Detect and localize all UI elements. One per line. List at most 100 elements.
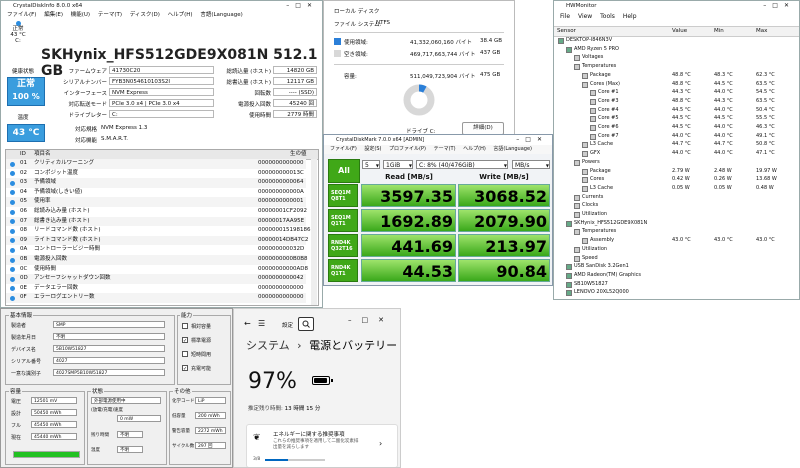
drive-selector[interactable]: 正常 43 °C C: <box>7 21 29 44</box>
sensor-row[interactable]: Powers <box>554 158 799 167</box>
menu-icon[interactable]: ☰ <box>258 319 269 328</box>
disk-type-label: ローカル ディスク <box>334 9 380 15</box>
cdi-menu-item[interactable]: 編集(E) <box>44 12 63 18</box>
smart-row[interactable]: 07 総書き込み量 (ホスト) 00000017AA95E <box>6 216 306 227</box>
test-button-rnd4k-q1t1[interactable]: RND4K Q1T1 <box>328 259 358 282</box>
count-select[interactable]: 5 ▼ <box>362 160 380 169</box>
unit-select[interactable]: MB/s ▼ <box>512 160 550 169</box>
smart-row[interactable]: 0D アンセーフシャットダウン回数 0000000000042 <box>6 274 306 284</box>
cdm-menu-item[interactable]: ヘルプ(H) <box>463 146 486 152</box>
sensor-name: Voltages <box>582 54 604 61</box>
sensor-row[interactable]: Currents <box>554 193 799 202</box>
sensor-row[interactable]: LENOVO 20XL52Q000 <box>554 288 799 297</box>
cdm-menu-item[interactable]: 設定(S) <box>364 146 381 152</box>
standard-label: 対応規格 <box>74 127 97 133</box>
smart-row[interactable]: 08 リードコマンド数 (ホスト) 000000015198186 <box>6 226 311 236</box>
hwm-menu-view[interactable]: View <box>578 13 592 20</box>
col-sensor[interactable]: Sensor <box>557 27 576 36</box>
sensor-row[interactable]: AMD Ryzen 5 PRO <box>554 45 799 54</box>
smart-scrollbar[interactable] <box>311 159 317 305</box>
smart-row[interactable]: 02 コンポジット温度 000000000013C <box>6 169 306 179</box>
sensor-row[interactable]: Core #5 44.5 °C 44.5 °C 55.5 °C <box>554 114 799 123</box>
sensor-row[interactable]: Core #3 48.8 °C 44.3 °C 63.5 °C <box>554 97 799 106</box>
col-max[interactable]: Max <box>756 27 767 36</box>
drive-select[interactable]: C: 8% (40/476GiB) ▼ <box>416 160 508 169</box>
hwm-menu-file[interactable]: File <box>560 13 570 20</box>
sensor-row[interactable]: Temperatures <box>554 62 799 71</box>
cdm-menu-item[interactable]: ファイル(F) <box>330 146 357 152</box>
sensor-row[interactable]: Package 48.8 °C 48.3 °C 62.3 °C <box>554 71 799 80</box>
sensor-row[interactable]: Core #4 44.5 °C 44.0 °C 50.4 °C <box>554 106 799 115</box>
hwm-menu-help[interactable]: Help <box>623 13 637 20</box>
sensor-row[interactable]: Core #6 44.5 °C 44.0 °C 46.3 °C <box>554 123 799 132</box>
cdm-menu-item[interactable]: 言語(Language) <box>493 146 532 152</box>
sensor-row[interactable]: USB SanDisk 3.2Gen1 <box>554 262 799 271</box>
sensor-row[interactable]: Speed <box>554 254 799 263</box>
free-gb: 437 GB <box>480 50 501 56</box>
sensor-row[interactable]: Assembly 43.0 °C 43.0 °C 43.0 °C <box>554 236 799 245</box>
smart-row[interactable]: 03 予備領域 0000000000064 <box>6 178 306 188</box>
run-all-button[interactable]: All <box>328 159 360 183</box>
ability-checkbox[interactable] <box>182 351 188 357</box>
cdm-window-controls[interactable]: –□✕ <box>516 135 548 145</box>
hwm-window-controls[interactable]: –□✕ <box>763 1 795 11</box>
energy-recommendation-card[interactable]: ❦ エネルギーに関する推奨事項 これらの推奨事項を適用して二酸化炭素排出量を減ら… <box>246 424 398 467</box>
sensor-row[interactable]: AMD Radeon(TM) Graphics <box>554 271 799 280</box>
sensor-row[interactable]: Core #7 44.0 °C 44.0 °C 49.1 °C <box>554 132 799 141</box>
smart-row[interactable]: 0B 電源投入回数 0000000000B0B8 <box>6 255 308 265</box>
smart-row[interactable]: 04 予備領域(しきい値) 000000000000A <box>6 188 306 198</box>
sensor-row[interactable]: SKHynix_HFS512GDE9X081N <box>554 219 799 228</box>
smart-row[interactable]: 0F エラーログエントリー数 0000000000000 <box>6 293 306 303</box>
sensor-row[interactable]: GFX 44.0 °C 44.0 °C 47.1 °C <box>554 149 799 158</box>
hwm-menu-tools[interactable]: Tools <box>600 13 615 20</box>
temp-label: 温度 <box>91 448 100 453</box>
ability-checkbox[interactable] <box>182 323 188 329</box>
ability-checkbox[interactable]: ✓ <box>182 365 188 372</box>
col-min[interactable]: Min <box>714 27 724 36</box>
test-button-rnd4k-q32t16[interactable]: RND4K Q32T16 <box>328 234 358 257</box>
cdi-window-controls[interactable]: –□✕ <box>286 1 318 11</box>
cdi-menu-item[interactable]: ファイル(F) <box>7 12 36 18</box>
sensor-row[interactable]: Clocks <box>554 201 799 210</box>
cdi-menu-item[interactable]: 言語(Language) <box>200 12 242 18</box>
sensor-row[interactable]: SB10W51827 <box>554 280 799 289</box>
sensor-row[interactable]: L3 Cache 0.05 W 0.05 W 0.48 W <box>554 184 799 193</box>
sensor-row[interactable]: Utilization <box>554 245 799 254</box>
smart-row[interactable]: 0A コントローラービジー時間 000000000032D <box>6 245 306 255</box>
cdm-menu-item[interactable]: テーマ(T) <box>434 146 456 152</box>
smart-row[interactable]: 0E データエラー回数 0000000000000 <box>6 284 306 294</box>
cdi-menu-item[interactable]: ヘルプ(H) <box>168 12 193 18</box>
sensor-row[interactable]: Package 2.79 W 2.48 W 19.97 W <box>554 167 799 176</box>
sensor-row[interactable]: Utilization <box>554 210 799 219</box>
sensor-row[interactable]: DESKTOP-I846N3V <box>554 36 799 45</box>
breadcrumb-parent[interactable]: システム <box>246 339 290 352</box>
settings-window-controls[interactable]: –□✕ <box>348 315 394 325</box>
sensor-tree[interactable]: DESKTOP-I846N3V AMD Ryzen 5 PRO Voltages Te… <box>554 36 799 298</box>
cdi-menu-item[interactable]: ディスク(D) <box>130 12 160 18</box>
back-arrow-icon[interactable]: ← <box>244 319 251 328</box>
smart-row[interactable]: 09 ライトコマンド数 (ホスト) 00000014DB47C2 <box>6 235 308 246</box>
smart-row[interactable]: 0C 使用時間 00000000000AD8 <box>6 265 308 275</box>
test-button-seq1m-q8t1[interactable]: SEQ1M Q8T1 <box>328 184 358 207</box>
ability-checkbox[interactable]: ✓ <box>182 337 188 344</box>
smart-table[interactable]: ID 項目名 生の値 01 クリティカルワーニング 0000000000000 02 コ… <box>5 149 319 306</box>
sensor-row[interactable]: Cores 0.42 W 0.26 W 13.68 W <box>554 175 799 184</box>
cdm-menu-item[interactable]: プロファイル(P) <box>389 146 426 152</box>
sensor-row[interactable]: Core #1 44.3 °C 44.0 °C 54.5 °C <box>554 88 799 97</box>
sensor-row[interactable]: Temperatures <box>554 227 799 236</box>
sensor-min: 2.48 W <box>714 167 732 174</box>
sensor-row[interactable]: L3 Cache 44.7 °C 44.7 °C 50.8 °C <box>554 140 799 149</box>
search-button[interactable] <box>298 317 314 331</box>
test-button-seq1m-q1t1[interactable]: SEQ1M Q1T1 <box>328 209 358 232</box>
smart-row[interactable]: 06 総読み込み量 (ホスト) 00000001CF2092 <box>6 207 307 217</box>
size-select[interactable]: 1GiB ▼ <box>383 160 413 169</box>
sensor-row[interactable]: Voltages <box>554 53 799 62</box>
sensor-name: L3 Cache <box>590 141 614 148</box>
sensor-row[interactable]: Cores (Max) 48.8 °C 44.5 °C 63.5 °C <box>554 80 799 89</box>
cdi-menu-item[interactable]: テーマ(T) <box>98 12 122 18</box>
cdi-menu-item[interactable]: 機能(U) <box>71 12 90 18</box>
chevron-right-icon[interactable]: › <box>379 439 382 448</box>
smart-row[interactable]: 05 使用率 0000000000001 <box>6 197 306 207</box>
smart-row[interactable]: 01 クリティカルワーニング 0000000000000 <box>6 159 306 169</box>
col-value[interactable]: Value <box>672 27 687 36</box>
